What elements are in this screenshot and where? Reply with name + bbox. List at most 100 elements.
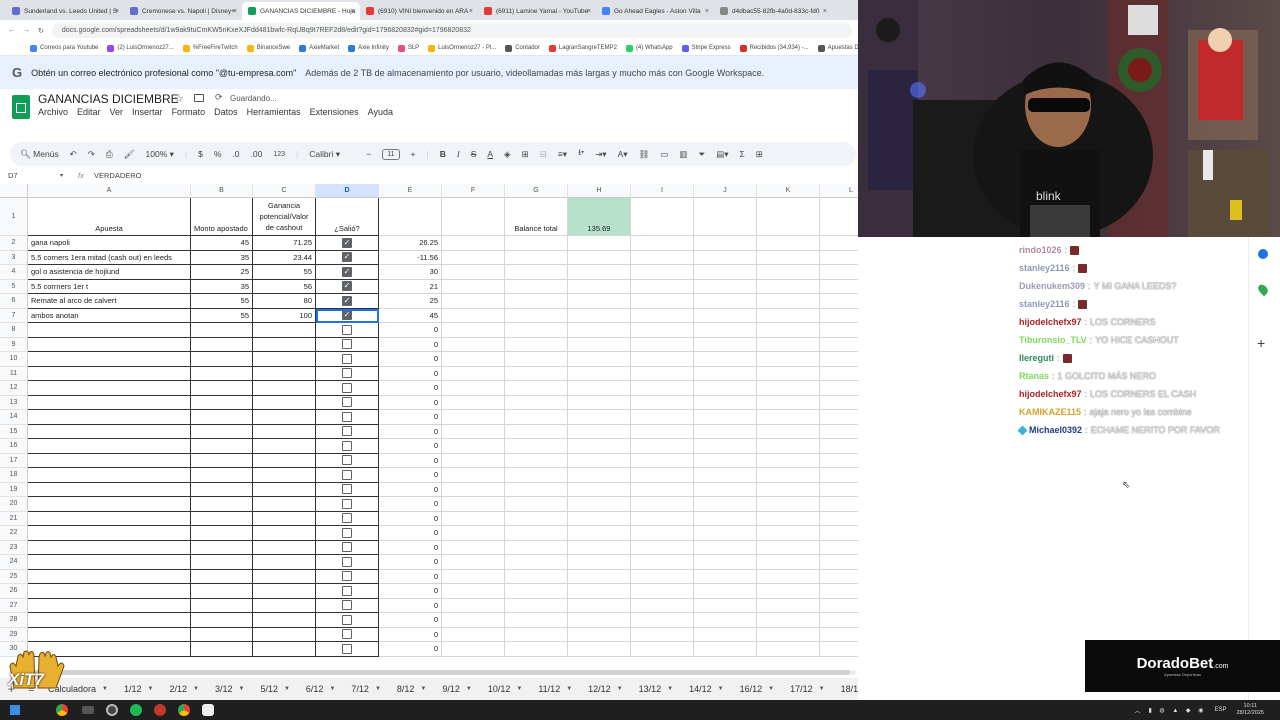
cell[interactable]	[442, 424, 505, 439]
back-icon[interactable]: ←	[8, 27, 15, 34]
cell[interactable]	[631, 395, 694, 410]
cell[interactable]	[820, 454, 858, 468]
outcome-checkbox-cell[interactable]	[316, 526, 379, 541]
cell[interactable]	[568, 337, 631, 352]
cell[interactable]	[631, 265, 694, 280]
cell[interactable]	[631, 613, 694, 628]
checkbox[interactable]: ✓	[342, 310, 352, 321]
sheet-tab[interactable]: 10/12 ▼	[480, 684, 530, 694]
cell[interactable]	[694, 540, 757, 555]
cell[interactable]	[757, 468, 820, 483]
outcome-checkbox-cell[interactable]	[316, 337, 379, 352]
cell[interactable]	[631, 497, 694, 512]
sheet-tab-dropdown-icon[interactable]: ▼	[284, 686, 290, 692]
font-size-increase[interactable]: +	[411, 149, 416, 159]
column-header[interactable]: A	[28, 184, 191, 198]
cell[interactable]	[442, 569, 505, 584]
profit-cell[interactable]: 45	[379, 308, 442, 323]
bet-name-cell[interactable]: Remate al arco de calvert	[28, 294, 191, 309]
row-header[interactable]: 17	[0, 453, 28, 468]
cell[interactable]	[505, 424, 568, 439]
cell[interactable]	[820, 236, 858, 251]
profit-cell[interactable]: 0	[379, 424, 442, 439]
outcome-checkbox-cell[interactable]	[316, 511, 379, 526]
start-icon[interactable]	[10, 705, 20, 715]
payout-cell[interactable]: 80	[253, 294, 316, 309]
clock[interactable]: 10:11 28/12/2025	[1236, 703, 1264, 717]
streamlabs-icon[interactable]	[202, 704, 214, 716]
cell[interactable]	[442, 236, 505, 251]
checkbox[interactable]: ✓	[342, 252, 352, 263]
bet-name-cell[interactable]	[28, 395, 191, 410]
profit-cell[interactable]: 0	[379, 337, 442, 352]
stake-cell[interactable]	[191, 497, 253, 512]
cell[interactable]	[694, 337, 757, 352]
cell[interactable]	[757, 424, 820, 439]
stake-cell[interactable]	[191, 613, 253, 628]
payout-cell[interactable]	[253, 410, 316, 425]
outcome-checkbox-cell[interactable]	[316, 453, 379, 468]
tab-close-icon[interactable]: ×	[115, 8, 119, 15]
checkbox[interactable]	[342, 368, 352, 379]
cell[interactable]	[820, 599, 858, 613]
cell[interactable]	[694, 511, 757, 526]
cell[interactable]	[568, 381, 631, 396]
sheet-tab[interactable]: 6/12 ▼	[298, 684, 343, 694]
cell[interactable]	[505, 366, 568, 381]
tray-chevron-icon[interactable]: ︿	[1134, 706, 1140, 715]
cell[interactable]	[568, 250, 631, 265]
add-addon-icon[interactable]: +	[1257, 335, 1265, 351]
cell[interactable]	[631, 540, 694, 555]
stake-cell[interactable]	[191, 569, 253, 584]
cell[interactable]	[757, 279, 820, 294]
cell[interactable]	[442, 250, 505, 265]
column-header[interactable]: L	[820, 184, 858, 198]
menu-item[interactable]: Herramientas	[247, 107, 301, 117]
payout-cell[interactable]	[253, 366, 316, 381]
column-header[interactable]: F	[442, 184, 505, 198]
sheet-tab-dropdown-icon[interactable]: ▼	[375, 686, 381, 692]
outcome-checkbox-cell[interactable]	[316, 381, 379, 396]
cell[interactable]	[820, 323, 858, 338]
profit-cell[interactable]: 0	[379, 511, 442, 526]
profit-cell[interactable]: 0	[379, 366, 442, 381]
bet-name-cell[interactable]	[28, 468, 191, 483]
cell[interactable]	[442, 497, 505, 512]
cell[interactable]	[694, 497, 757, 512]
cell[interactable]	[442, 555, 505, 570]
cell[interactable]	[694, 555, 757, 570]
bookmark-item[interactable]: BinanceSwe	[246, 44, 290, 52]
profit-cell[interactable]: 0	[379, 642, 442, 657]
cell[interactable]	[631, 598, 694, 613]
outcome-checkbox-cell[interactable]	[316, 439, 379, 454]
filter-icon[interactable]: ⏷	[698, 149, 705, 160]
bookmark-item[interactable]: Axie Infinity	[348, 44, 389, 52]
cell[interactable]	[631, 236, 694, 251]
row-header[interactable]: 25	[0, 569, 28, 584]
cell[interactable]	[694, 613, 757, 628]
menu-item[interactable]: Formato	[172, 107, 206, 117]
cell[interactable]	[757, 642, 820, 657]
payout-cell[interactable]	[253, 323, 316, 338]
font-size-decrease[interactable]: −	[366, 149, 371, 159]
stake-cell[interactable]: 55	[191, 308, 253, 323]
obs-icon[interactable]	[106, 704, 118, 716]
cell[interactable]	[631, 627, 694, 642]
checkbox[interactable]	[342, 585, 352, 596]
cell[interactable]	[757, 555, 820, 570]
payout-cell[interactable]	[253, 598, 316, 613]
cell[interactable]	[568, 410, 631, 425]
cell[interactable]	[694, 598, 757, 613]
sheet-tab[interactable]: 17/12 ▼	[782, 684, 832, 694]
stake-cell[interactable]	[191, 323, 253, 338]
cell[interactable]	[631, 526, 694, 541]
browser-tab[interactable]: GANANCIAS DICIEMBRE - Hoja ×	[242, 2, 360, 20]
outcome-checkbox-cell[interactable]	[316, 482, 379, 497]
outcome-checkbox-cell[interactable]	[316, 323, 379, 338]
sheet-tab-dropdown-icon[interactable]: ▼	[329, 686, 335, 692]
language-indicator[interactable]: ESP	[1214, 707, 1226, 713]
cell[interactable]	[757, 584, 820, 599]
cell[interactable]	[568, 482, 631, 497]
fill-color-icon[interactable]: ◈	[504, 149, 511, 160]
sheets-logo-icon[interactable]	[12, 95, 30, 119]
